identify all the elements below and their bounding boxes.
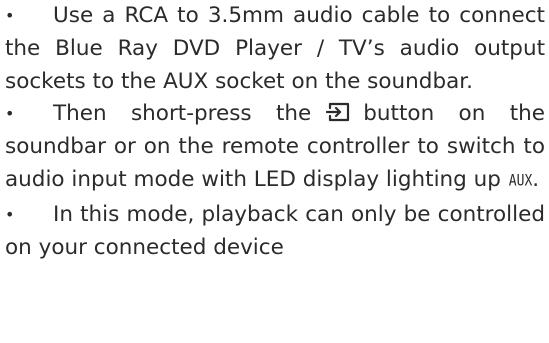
instruction-document: • Use a RCA to 3.5mm audio cable to conne… [5, 0, 545, 264]
bullet-marker: • [5, 104, 15, 124]
bullet-text-before-icon: Then short-press the [53, 101, 312, 127]
bullet-text-playback-control: In this mode, playback can only be contr… [5, 201, 545, 260]
bullet-item-aux-cable: • Use a RCA to 3.5mm audio cable to conne… [5, 0, 545, 98]
bullet-item-playback-control: • In this mode, playback can only be cont… [5, 199, 545, 265]
led-display-aux-text: AUX [508, 171, 533, 191]
bullet-item-input-button: • Then short-press the button on the sound… [5, 98, 545, 198]
bullet-text-aux-cable: Use a RCA to 3.5mm audio cable to connec… [5, 3, 545, 94]
input-source-icon [325, 101, 351, 123]
bullet-marker: • [5, 204, 15, 224]
bullet-text-end: . [532, 166, 540, 192]
bullet-marker: • [5, 6, 15, 25]
